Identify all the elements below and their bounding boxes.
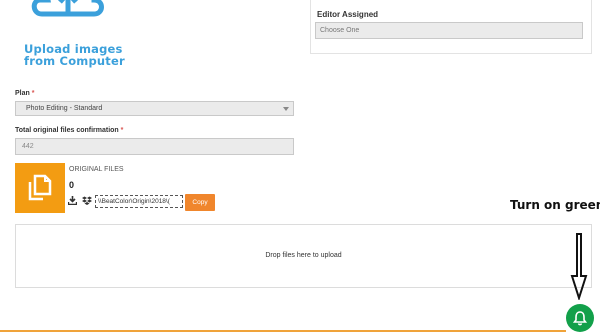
plan-selected-value: Photo Editing - Standard <box>26 105 103 112</box>
required-mark: * <box>120 127 124 134</box>
bell-icon <box>572 311 588 326</box>
copy-button[interactable]: Copy <box>185 194 215 211</box>
original-files-count: 0 <box>69 180 75 190</box>
annotation-text: Turn on green <box>510 198 600 212</box>
plan-label: Plan * <box>15 90 34 97</box>
total-files-label: Total original files confirmation * <box>15 127 123 134</box>
upload-label-line2: from Computer <box>24 54 125 68</box>
copy-files-icon <box>28 174 52 201</box>
cloud-upload-icon <box>31 0 104 17</box>
dropbox-icon[interactable] <box>82 196 92 205</box>
chevron-down-icon <box>283 107 289 111</box>
download-icon[interactable] <box>68 196 77 205</box>
total-files-label-text: Total original files confirmation <box>15 127 119 134</box>
folder-path-input[interactable]: \\BeatColor\Origin\2018\( <box>95 195 183 208</box>
editor-assigned-label: Editor Assigned <box>317 10 379 19</box>
plan-select[interactable]: Photo Editing - Standard <box>15 101 294 116</box>
dropzone-text: Drop files here to upload <box>265 252 342 259</box>
arrow-down-icon <box>570 233 588 300</box>
bottom-divider <box>0 330 566 332</box>
upload-from-computer[interactable]: Upload images from Computer <box>22 0 142 67</box>
original-files-label: ORIGINAL FILES <box>69 166 124 173</box>
editor-select[interactable]: Choose One <box>315 22 583 39</box>
notification-bell-button[interactable] <box>566 304 594 332</box>
plan-label-text: Plan <box>15 90 30 97</box>
required-mark: * <box>31 90 35 97</box>
upload-label: Upload images from Computer <box>24 43 125 67</box>
total-files-input[interactable]: 442 <box>15 138 294 155</box>
dropzone[interactable]: Drop files here to upload <box>15 224 592 288</box>
original-files-tile <box>15 163 65 213</box>
